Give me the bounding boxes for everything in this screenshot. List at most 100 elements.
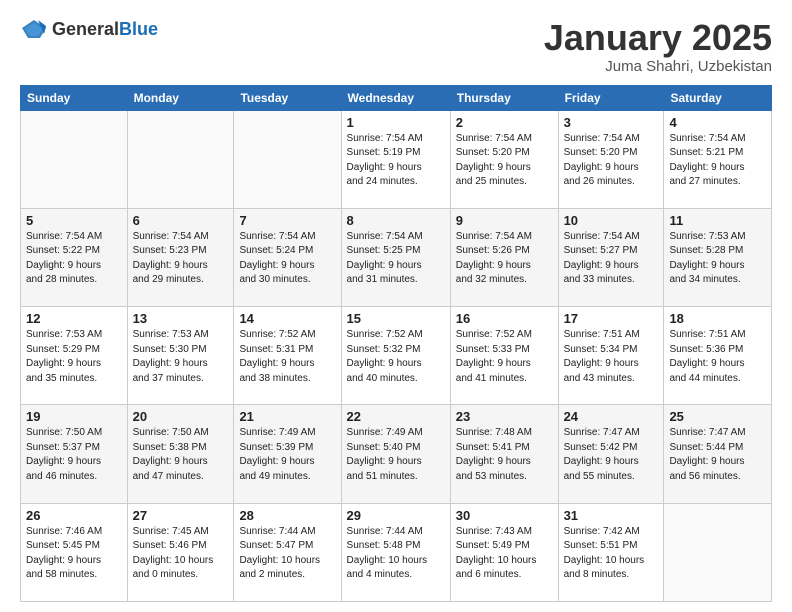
- day-info: Sunrise: 7:44 AM Sunset: 5:48 PM Dayligh…: [347, 525, 445, 583]
- calendar-cell: 21 Sunrise: 7:49 AM Sunset: 5:39 PM Dayli…: [234, 405, 341, 503]
- day-number: 9: [456, 213, 553, 228]
- page: GeneralBlue January 2025 Juma Shahri, Uz…: [0, 0, 792, 612]
- day-number: 3: [564, 115, 659, 130]
- weekday-header-sunday: Sunday: [21, 85, 128, 110]
- weekday-header-friday: Friday: [558, 85, 664, 110]
- month-title: January 2025: [544, 18, 772, 58]
- title-block: January 2025 Juma Shahri, Uzbekistan: [544, 18, 772, 75]
- day-info: Sunrise: 7:54 AM Sunset: 5:26 PM Dayligh…: [456, 230, 553, 288]
- day-info: Sunrise: 7:50 AM Sunset: 5:38 PM Dayligh…: [133, 426, 229, 484]
- day-info: Sunrise: 7:50 AM Sunset: 5:37 PM Dayligh…: [26, 426, 122, 484]
- day-info: Sunrise: 7:54 AM Sunset: 5:21 PM Dayligh…: [669, 132, 766, 190]
- calendar-cell: 6Sunrise: 7:54 AM Sunset: 5:23 PM Daylig…: [127, 208, 234, 306]
- calendar-cell: 25Sunrise: 7:47 AM Sunset: 5:44 PM Dayli…: [664, 405, 772, 503]
- day-info: Sunrise: 7:53 AM Sunset: 5:30 PM Dayligh…: [133, 328, 229, 386]
- calendar-cell: 24 Sunrise: 7:47 AM Sunset: 5:42 PM Dayli…: [558, 405, 664, 503]
- day-number: 2: [456, 115, 553, 130]
- day-number: 28: [239, 508, 335, 523]
- weekday-header-saturday: Saturday: [664, 85, 772, 110]
- day-number: 14: [239, 311, 335, 326]
- calendar-cell: 19 Sunrise: 7:50 AM Sunset: 5:37 PM Dayli…: [21, 405, 128, 503]
- day-number: 13: [133, 311, 229, 326]
- calendar-cell: 28Sunrise: 7:44 AM Sunset: 5:47 PM Dayli…: [234, 503, 341, 601]
- weekday-header-thursday: Thursday: [450, 85, 558, 110]
- day-info: Sunrise: 7:54 AM Sunset: 5:20 PM Dayligh…: [456, 132, 553, 190]
- day-number: 22: [347, 409, 445, 424]
- day-number: 4: [669, 115, 766, 130]
- day-number: 1: [347, 115, 445, 130]
- header: GeneralBlue January 2025 Juma Shahri, Uz…: [20, 18, 772, 75]
- day-number: 24: [564, 409, 659, 424]
- calendar-cell: 23 Sunrise: 7:48 AM Sunset: 5:41 PM Dayli…: [450, 405, 558, 503]
- day-info: Sunrise: 7:54 AM Sunset: 5:24 PM Dayligh…: [239, 230, 335, 288]
- calendar-cell: 11 Sunrise: 7:53 AM Sunset: 5:28 PM Dayli…: [664, 208, 772, 306]
- calendar-cell: [21, 110, 128, 208]
- day-info: Sunrise: 7:45 AM Sunset: 5:46 PM Dayligh…: [133, 525, 229, 583]
- day-info: Sunrise: 7:49 AM Sunset: 5:40 PM Dayligh…: [347, 426, 445, 484]
- weekday-header-tuesday: Tuesday: [234, 85, 341, 110]
- day-number: 23: [456, 409, 553, 424]
- day-info: Sunrise: 7:48 AM Sunset: 5:41 PM Dayligh…: [456, 426, 553, 484]
- calendar-cell: 2 Sunrise: 7:54 AM Sunset: 5:20 PM Daylig…: [450, 110, 558, 208]
- calendar-cell: [127, 110, 234, 208]
- day-info: Sunrise: 7:47 AM Sunset: 5:42 PM Dayligh…: [564, 426, 659, 484]
- calendar-cell: 14 Sunrise: 7:52 AM Sunset: 5:31 PM Dayli…: [234, 307, 341, 405]
- day-number: 16: [456, 311, 553, 326]
- day-info: Sunrise: 7:43 AM Sunset: 5:49 PM Dayligh…: [456, 525, 553, 583]
- day-number: 5: [26, 213, 122, 228]
- day-number: 17: [564, 311, 659, 326]
- weekday-header-wednesday: Wednesday: [341, 85, 450, 110]
- calendar-cell: 31 Sunrise: 7:42 AM Sunset: 5:51 PM Dayli…: [558, 503, 664, 601]
- week-row-1: 5 Sunrise: 7:54 AM Sunset: 5:22 PM Daylig…: [21, 208, 772, 306]
- day-number: 8: [347, 213, 445, 228]
- day-number: 21: [239, 409, 335, 424]
- calendar-cell: 3Sunrise: 7:54 AM Sunset: 5:20 PM Daylig…: [558, 110, 664, 208]
- day-number: 30: [456, 508, 553, 523]
- day-number: 12: [26, 311, 122, 326]
- calendar-cell: 16 Sunrise: 7:52 AM Sunset: 5:33 PM Dayli…: [450, 307, 558, 405]
- day-number: 27: [133, 508, 229, 523]
- day-info: Sunrise: 7:53 AM Sunset: 5:29 PM Dayligh…: [26, 328, 122, 386]
- calendar-body: 1 Sunrise: 7:54 AM Sunset: 5:19 PM Daylig…: [21, 110, 772, 601]
- calendar-cell: 10Sunrise: 7:54 AM Sunset: 5:27 PM Dayli…: [558, 208, 664, 306]
- day-info: Sunrise: 7:54 AM Sunset: 5:27 PM Dayligh…: [564, 230, 659, 288]
- calendar-cell: 5 Sunrise: 7:54 AM Sunset: 5:22 PM Daylig…: [21, 208, 128, 306]
- calendar-cell: 22 Sunrise: 7:49 AM Sunset: 5:40 PM Dayli…: [341, 405, 450, 503]
- logo-text: GeneralBlue: [52, 19, 158, 40]
- week-row-4: 26 Sunrise: 7:46 AM Sunset: 5:45 PM Dayli…: [21, 503, 772, 601]
- day-number: 11: [669, 213, 766, 228]
- weekday-header-row: SundayMondayTuesdayWednesdayThursdayFrid…: [21, 85, 772, 110]
- day-number: 15: [347, 311, 445, 326]
- location: Juma Shahri, Uzbekistan: [544, 58, 772, 75]
- week-row-3: 19 Sunrise: 7:50 AM Sunset: 5:37 PM Dayli…: [21, 405, 772, 503]
- day-info: Sunrise: 7:52 AM Sunset: 5:31 PM Dayligh…: [239, 328, 335, 386]
- calendar-cell: [664, 503, 772, 601]
- week-row-2: 12 Sunrise: 7:53 AM Sunset: 5:29 PM Dayli…: [21, 307, 772, 405]
- day-info: Sunrise: 7:46 AM Sunset: 5:45 PM Dayligh…: [26, 525, 122, 583]
- calendar-cell: 26 Sunrise: 7:46 AM Sunset: 5:45 PM Dayli…: [21, 503, 128, 601]
- day-info: Sunrise: 7:54 AM Sunset: 5:25 PM Dayligh…: [347, 230, 445, 288]
- calendar-header: SundayMondayTuesdayWednesdayThursdayFrid…: [21, 85, 772, 110]
- day-number: 18: [669, 311, 766, 326]
- day-number: 31: [564, 508, 659, 523]
- day-info: Sunrise: 7:54 AM Sunset: 5:22 PM Dayligh…: [26, 230, 122, 288]
- day-number: 29: [347, 508, 445, 523]
- day-info: Sunrise: 7:42 AM Sunset: 5:51 PM Dayligh…: [564, 525, 659, 583]
- day-info: Sunrise: 7:49 AM Sunset: 5:39 PM Dayligh…: [239, 426, 335, 484]
- day-info: Sunrise: 7:54 AM Sunset: 5:23 PM Dayligh…: [133, 230, 229, 288]
- weekday-header-monday: Monday: [127, 85, 234, 110]
- day-number: 19: [26, 409, 122, 424]
- day-number: 26: [26, 508, 122, 523]
- logo-blue: Blue: [119, 19, 158, 39]
- calendar-cell: 4 Sunrise: 7:54 AM Sunset: 5:21 PM Daylig…: [664, 110, 772, 208]
- calendar-cell: 18Sunrise: 7:51 AM Sunset: 5:36 PM Dayli…: [664, 307, 772, 405]
- calendar-cell: 29 Sunrise: 7:44 AM Sunset: 5:48 PM Dayli…: [341, 503, 450, 601]
- calendar-cell: 9 Sunrise: 7:54 AM Sunset: 5:26 PM Daylig…: [450, 208, 558, 306]
- calendar-cell: 20Sunrise: 7:50 AM Sunset: 5:38 PM Dayli…: [127, 405, 234, 503]
- calendar-cell: 8 Sunrise: 7:54 AM Sunset: 5:25 PM Daylig…: [341, 208, 450, 306]
- day-info: Sunrise: 7:51 AM Sunset: 5:34 PM Dayligh…: [564, 328, 659, 386]
- day-info: Sunrise: 7:54 AM Sunset: 5:19 PM Dayligh…: [347, 132, 445, 190]
- calendar-cell: 27 Sunrise: 7:45 AM Sunset: 5:46 PM Dayli…: [127, 503, 234, 601]
- day-info: Sunrise: 7:53 AM Sunset: 5:28 PM Dayligh…: [669, 230, 766, 288]
- day-info: Sunrise: 7:52 AM Sunset: 5:33 PM Dayligh…: [456, 328, 553, 386]
